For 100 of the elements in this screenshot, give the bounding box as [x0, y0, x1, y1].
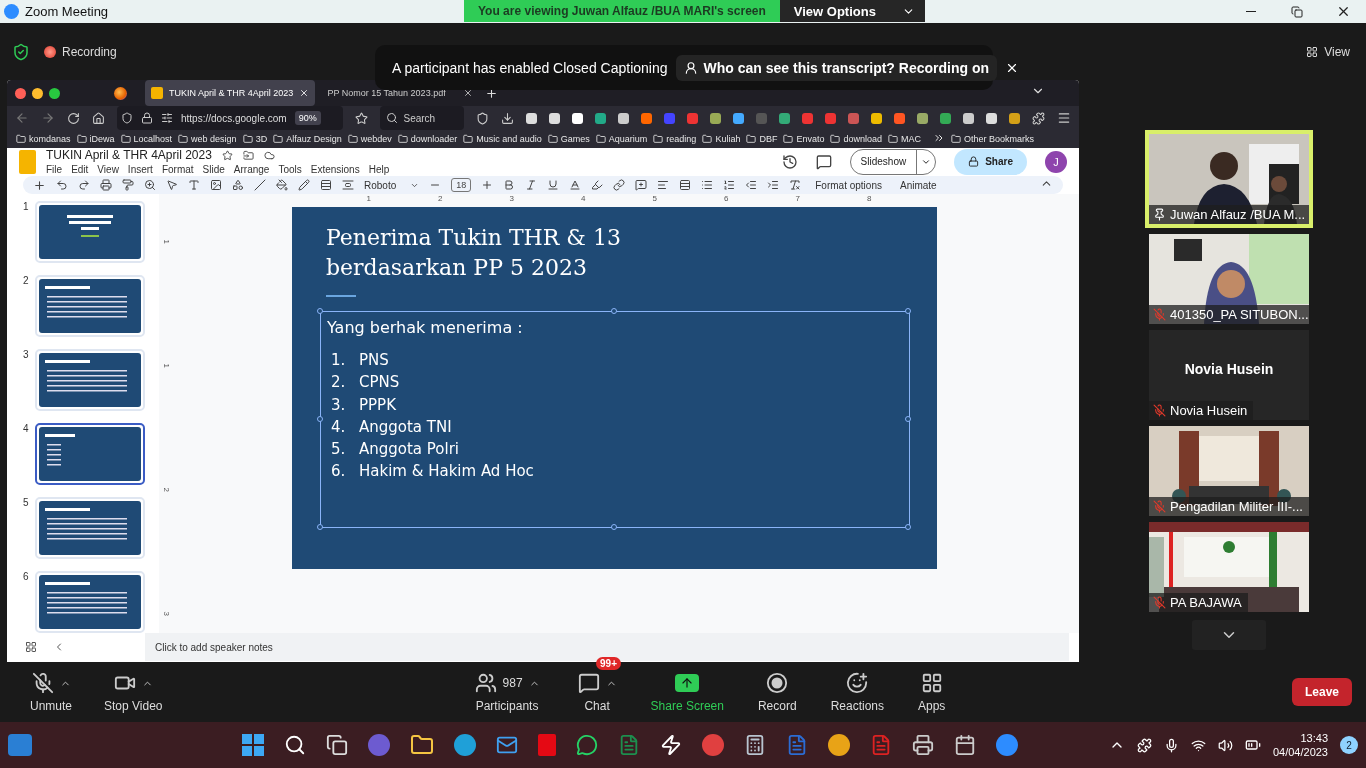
new-slide-icon[interactable] [33, 178, 46, 192]
fill-color-icon[interactable] [276, 179, 288, 191]
apps-button[interactable]: Apps [912, 671, 952, 713]
wifi-icon[interactable] [1190, 737, 1206, 753]
browser-tab[interactable]: PP Nomor 15 Tahun 2023.pdf [321, 80, 480, 106]
task-view-icon[interactable] [326, 734, 348, 756]
view-options-button[interactable]: View Options [779, 0, 925, 22]
extension-icon[interactable] [549, 112, 560, 124]
close-dot-icon[interactable] [15, 87, 26, 99]
bookmark-folder[interactable]: Kuliah [702, 134, 741, 144]
lightning-icon[interactable] [660, 734, 682, 756]
redo-icon[interactable] [78, 179, 90, 191]
share-button[interactable]: Share Screen [644, 671, 730, 713]
line-icon[interactable] [254, 179, 266, 191]
grid-view-icon[interactable] [25, 641, 37, 653]
menu-item[interactable]: Arrange [233, 164, 270, 175]
italic-icon[interactable] [525, 179, 538, 191]
menu-item[interactable]: Insert [127, 164, 153, 175]
menu-item[interactable]: View [97, 164, 119, 175]
underline-icon[interactable] [547, 179, 560, 191]
bookmark-folder[interactable]: Other Bookmarks [950, 134, 1034, 144]
border-dash-icon[interactable] [342, 179, 354, 191]
clear-formatting-icon[interactable] [789, 179, 802, 191]
extension-icon[interactable] [526, 112, 537, 124]
reactions-button[interactable]: Reactions [824, 671, 890, 713]
participants-button[interactable]: 987 Participants [468, 671, 546, 713]
microphone-icon[interactable] [1163, 737, 1179, 753]
unmute-button[interactable]: Unmute [24, 671, 79, 713]
decrease-indent-icon[interactable] [745, 179, 758, 191]
volume-icon[interactable] [1217, 737, 1233, 753]
browser-tab[interactable]: TUKIN April & THR 4April 2023 [145, 80, 316, 106]
view-button[interactable]: View [1300, 43, 1356, 60]
border-color-icon[interactable] [298, 179, 310, 191]
widgets-icon[interactable] [8, 734, 32, 756]
bookmark-folder[interactable]: Music and audio [463, 134, 542, 144]
comment-icon[interactable] [635, 179, 648, 191]
more-bookmarks-icon[interactable] [932, 132, 945, 144]
search-field[interactable]: Search [379, 106, 464, 130]
close-tab-icon[interactable] [299, 88, 310, 98]
bookmark-folder[interactable]: web design [178, 134, 237, 144]
zoom-icon[interactable] [144, 179, 156, 191]
zoom-level-badge[interactable]: 90% [294, 111, 321, 125]
bookmark-folder[interactable]: Envato [783, 134, 825, 144]
transcript-link[interactable]: Who can see this transcript? Recording on [675, 54, 997, 81]
leave-button[interactable]: Leave [1292, 678, 1352, 706]
forward-icon[interactable] [41, 111, 55, 125]
comments-icon[interactable] [815, 153, 832, 170]
move-icon[interactable] [242, 149, 254, 161]
menu-icon[interactable] [1057, 111, 1071, 125]
image-icon[interactable] [210, 179, 222, 191]
zoom-dot-icon[interactable] [49, 87, 60, 99]
shapes-icon[interactable] [232, 179, 244, 191]
menu-item[interactable]: Slide [202, 164, 225, 175]
extension-icon[interactable] [963, 112, 974, 124]
folder-icon[interactable] [410, 733, 434, 757]
link-icon[interactable] [613, 179, 626, 191]
notification-badge[interactable]: 2 [1340, 736, 1358, 754]
chat-button[interactable]: Chat [571, 671, 623, 713]
menu-item[interactable]: Edit [71, 164, 89, 175]
minimize-dot-icon[interactable] [32, 87, 43, 99]
battery-icon[interactable] [1244, 737, 1261, 753]
extension-icon[interactable] [986, 112, 997, 124]
bookmark-folder[interactable]: downloader [397, 134, 458, 144]
text-box-icon[interactable] [188, 179, 200, 191]
align-icon[interactable] [657, 179, 670, 191]
border-weight-icon[interactable] [320, 179, 332, 191]
menu-item[interactable]: Format [161, 164, 194, 175]
bookmark-star-icon[interactable] [354, 111, 368, 125]
document-icon[interactable] [786, 734, 808, 756]
paint-format-icon[interactable] [122, 179, 134, 191]
reload-icon[interactable] [67, 111, 80, 125]
record-button[interactable]: Record [751, 671, 803, 713]
bookmark-folder[interactable]: komdanas [16, 134, 71, 144]
text-box[interactable]: Yang berhak menerima : 1. PNS 2. CPNS 3. PPPK 4. Anggota TNI 5. Anggota Polri 6. Hakim & Hakim Ad Hoc [320, 311, 910, 528]
highlight-icon[interactable] [591, 179, 604, 191]
bookmark-folder[interactable]: DBF [746, 134, 778, 144]
extension-icon[interactable] [733, 112, 744, 124]
bookmark-folder[interactable]: 3D [242, 134, 268, 144]
app-icon[interactable] [954, 734, 976, 756]
format-options-button[interactable]: Format options [811, 179, 886, 191]
extension-icon[interactable] [917, 112, 928, 124]
video-tile[interactable]: 401350_PA SITUBON... [1149, 234, 1309, 324]
close-tab-icon[interactable] [463, 88, 474, 98]
increase-size-icon[interactable] [481, 179, 494, 191]
pdf-icon[interactable] [870, 734, 892, 756]
menu-item[interactable]: Extensions [310, 164, 360, 175]
account-avatar[interactable]: J [1045, 150, 1067, 173]
back-icon[interactable] [15, 111, 29, 125]
undo-icon[interactable] [56, 179, 68, 191]
extension-icon[interactable] [572, 112, 583, 124]
video-button[interactable]: Stop Video [98, 671, 169, 713]
bookmark-folder[interactable]: download [830, 134, 882, 144]
download-icon[interactable] [501, 111, 514, 125]
video-tile[interactable]: PA BAJAWA [1149, 522, 1309, 612]
tray-app-icon[interactable] [1136, 737, 1152, 753]
home-icon[interactable] [92, 111, 105, 125]
bookmark-folder[interactable]: Games [547, 134, 590, 144]
history-icon[interactable] [781, 153, 798, 170]
menu-item[interactable]: Tools [278, 164, 302, 175]
font-dropdown[interactable]: Roboto [364, 179, 420, 191]
